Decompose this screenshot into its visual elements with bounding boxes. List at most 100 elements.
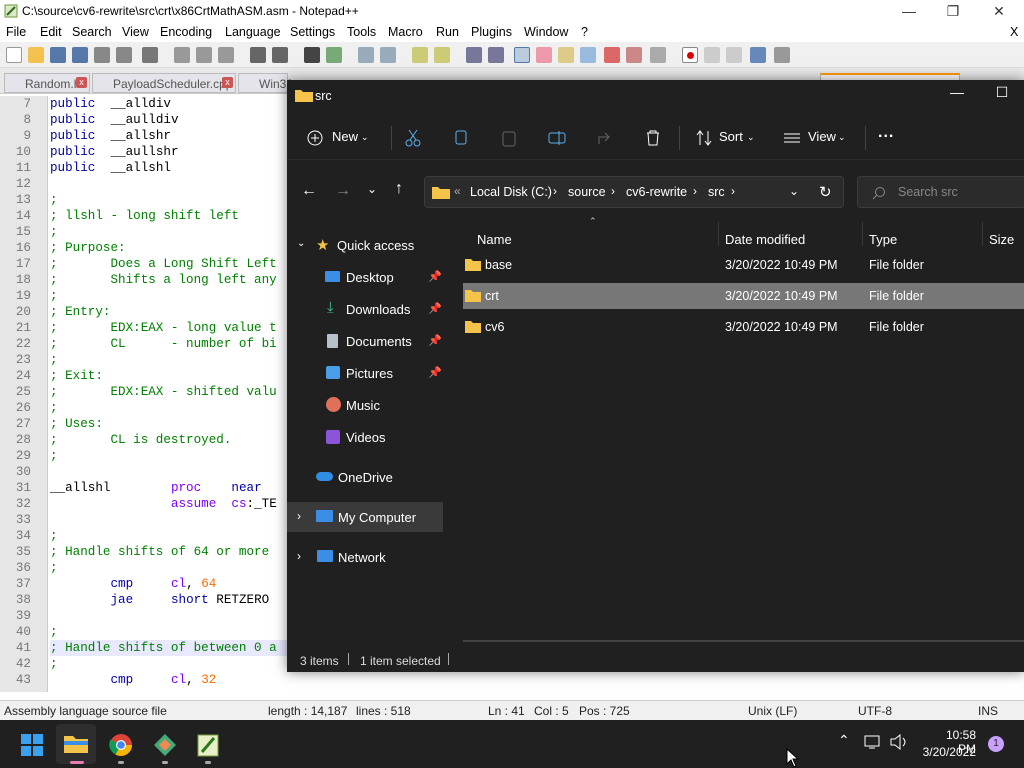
notepadpp-icon[interactable] [197,733,219,757]
chrome-icon[interactable] [109,733,133,757]
save-macro-icon[interactable] [774,47,790,63]
file-row-base[interactable]: base 3/20/2022 10:49 PM File folder [463,252,1024,278]
tab-close-icon[interactable]: x [222,77,233,88]
run-macro-multiple-icon[interactable] [750,47,766,63]
column-header-date[interactable]: Date modified [725,232,805,247]
chevron-right-icon[interactable]: › [297,549,301,563]
address-bar[interactable]: « Local Disk (C:) › source › cv6-rewrite… [424,176,844,208]
close-document-button[interactable]: X [1010,25,1018,39]
close-button[interactable]: ✕ [976,0,1022,22]
tab-close-icon[interactable]: x [76,77,87,88]
file-row-cv6[interactable]: cv6 3/20/2022 10:49 PM File folder [463,314,1024,340]
app-diamond-icon[interactable] [153,733,177,757]
paste-icon[interactable] [218,47,234,63]
nav-desktop[interactable]: Desktop 📌 [287,262,443,292]
zoom-in-icon[interactable] [358,47,374,63]
file-row-crt[interactable]: crt 3/20/2022 10:49 PM File folder [463,283,1024,309]
new-plus-icon[interactable] [307,130,323,146]
menu-macro[interactable]: Macro [388,25,423,39]
play-macro-icon[interactable] [726,47,742,63]
up-arrow-icon[interactable]: ↑ [395,180,403,198]
record-macro-icon[interactable] [682,47,698,63]
nav-downloads[interactable]: ⤓ Downloads 📌 [287,294,443,324]
pin-icon[interactable]: 📌 [428,366,442,379]
pin-icon[interactable]: 📌 [428,270,442,283]
menu-run[interactable]: Run [436,25,459,39]
close-all-icon[interactable] [116,47,132,63]
nav-my-computer[interactable]: › My Computer [287,502,443,532]
taskbar-file-explorer[interactable] [56,724,96,764]
nav-music[interactable]: Music [287,390,443,420]
pin-icon[interactable]: 📌 [428,302,442,315]
recent-chevron-icon[interactable]: ⌄ [367,182,377,196]
menu-view[interactable]: View [122,25,149,39]
column-divider[interactable] [862,222,863,246]
column-divider[interactable] [982,222,983,246]
search-box[interactable]: Search src [857,176,1024,208]
tab-win32[interactable]: Win32 [238,73,293,93]
menu-language[interactable]: Language [225,25,281,39]
zoom-out-icon[interactable] [380,47,396,63]
cut-icon[interactable] [174,47,190,63]
nav-quick-access[interactable]: ⌄ ★ Quick access [287,230,443,260]
chevron-right-icon[interactable]: › [297,509,301,523]
pin-icon[interactable]: 📌 [428,334,442,347]
column-header-size[interactable]: Size [989,232,1014,247]
monitoring-icon[interactable] [626,47,642,63]
copy-icon[interactable] [452,129,470,147]
function-list-icon[interactable] [580,47,596,63]
stop-macro-icon[interactable] [704,47,720,63]
back-arrow-icon[interactable]: ← [301,182,317,200]
menu-window[interactable]: Window [524,25,568,39]
doc-map-icon[interactable] [558,47,574,63]
refresh-icon[interactable]: ↻ [819,183,832,201]
volume-icon[interactable] [889,734,909,750]
nav-documents[interactable]: Documents 📌 [287,326,443,356]
nav-network[interactable]: › Network [287,542,443,572]
nav-onedrive[interactable]: OneDrive [287,462,443,492]
menu-encoding[interactable]: Encoding [160,25,212,39]
word-wrap-icon[interactable] [466,47,482,63]
more-options-button[interactable]: ... [878,124,894,142]
address-dropdown-icon[interactable]: ⌄ [789,184,799,198]
menu-edit[interactable]: Edit [40,25,62,39]
open-file-icon[interactable] [28,47,44,63]
cut-icon[interactable] [404,129,422,147]
udl-icon[interactable] [536,47,552,63]
breadcrumb-separator-icon[interactable]: › [611,184,615,198]
redo-icon[interactable] [272,47,288,63]
copy-icon[interactable] [196,47,212,63]
column-header-name[interactable]: Name [477,232,512,247]
breadcrumb-cv6-rewrite[interactable]: cv6-rewrite [626,185,687,199]
undo-icon[interactable] [250,47,266,63]
sort-icon[interactable] [695,129,713,147]
view-button[interactable]: View [808,129,836,144]
code-editor[interactable]: public __alldiv public __aulldiv public … [50,96,290,692]
sync-horizontal-icon[interactable] [434,47,450,63]
print-icon[interactable] [142,47,158,63]
menu-settings[interactable]: Settings [290,25,335,39]
clock-date[interactable]: 3/20/2022 [920,745,976,759]
breadcrumb-separator-icon[interactable]: › [553,184,557,198]
menu-tools[interactable]: Tools [347,25,376,39]
view-icon[interactable] [783,129,801,147]
sync-vertical-icon[interactable] [412,47,428,63]
menu-search[interactable]: Search [72,25,112,39]
menu-plugins[interactable]: Plugins [471,25,512,39]
find-icon[interactable] [304,47,320,63]
menu-help[interactable]: ? [581,25,588,39]
show-hidden-icons-icon[interactable]: ⌃ [838,732,850,749]
nav-videos[interactable]: Videos [287,422,443,452]
column-header-type[interactable]: Type [869,232,897,247]
breadcrumb-source[interactable]: source [568,185,606,199]
replace-icon[interactable] [326,47,342,63]
minimize-button[interactable]: — [942,84,972,100]
sort-button[interactable]: Sort [719,129,743,144]
indent-guide-icon[interactable] [514,47,530,63]
breadcrumb-local-disk[interactable]: Local Disk (C:) [470,185,552,199]
chevron-down-icon[interactable]: ⌄ [297,238,305,249]
menu-file[interactable]: File [6,25,26,39]
folder-as-workspace-icon[interactable] [604,47,620,63]
overflow-chevron-icon[interactable]: « [454,184,461,198]
column-divider[interactable] [718,222,719,246]
